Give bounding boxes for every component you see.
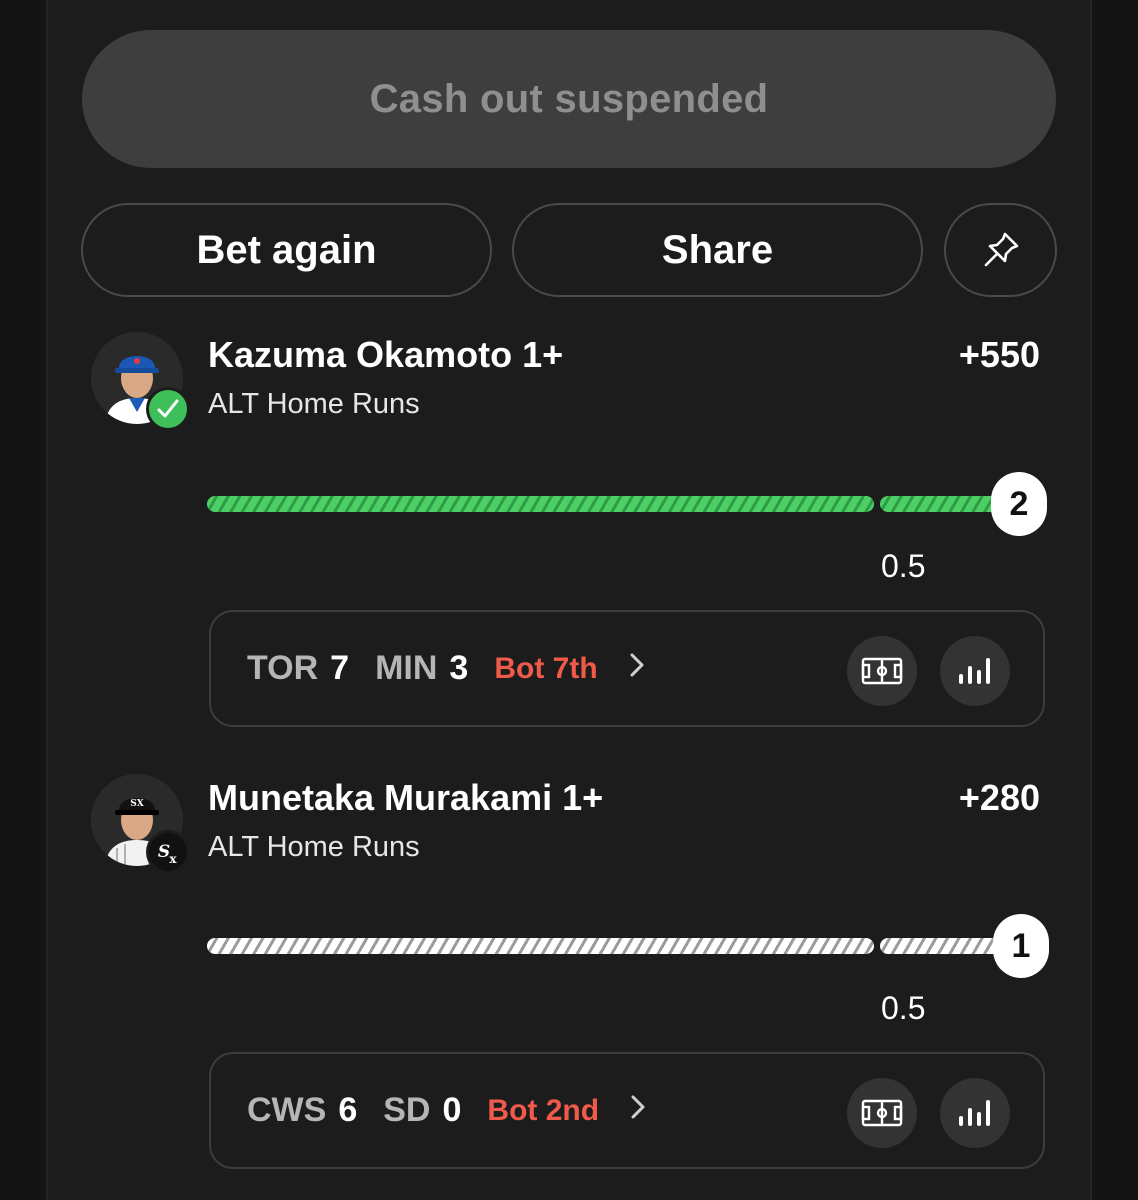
svg-text:SX: SX [130,799,143,809]
threshold-label: 0.5 [881,548,926,584]
progress-bar-segment [207,496,874,512]
game-card[interactable]: CWS 6 SD 0 Bot 2nd [209,1052,1045,1169]
home-team: MIN [375,649,438,687]
scoreboard: TOR 7 MIN 3 Bot 7th [247,612,646,725]
stats-button[interactable] [940,1078,1010,1148]
share-button[interactable]: Share [512,203,923,297]
home-score: 3 [449,649,469,687]
bet-panel [46,0,1092,1200]
home-team: SD [383,1091,431,1129]
away-team: TOR [247,649,319,687]
pin-button[interactable] [944,203,1057,297]
bar-chart-icon [959,1100,990,1126]
field-icon [861,1099,903,1127]
market-type: ALT Home Runs [208,831,420,863]
chevron-right-icon [628,651,646,687]
threshold-label: 0.5 [881,990,926,1026]
away-score: 6 [338,1091,358,1129]
svg-text:x: x [169,852,177,866]
progress-bar-segment [207,938,874,954]
player-name: Kazuma Okamoto 1+ [208,334,564,375]
field-view-button[interactable] [847,1078,917,1148]
bet-again-button[interactable]: Bet again [81,203,492,297]
player-name: Munetaka Murakami 1+ [208,777,604,818]
svg-text:S: S [158,842,170,862]
pin-icon [984,232,1018,267]
inning-status: Bot 2nd [487,1093,600,1127]
progress-bar-segment [880,938,1010,954]
progress-value-marker: 1 [993,914,1049,978]
scoreboard: CWS 6 SD 0 Bot 2nd [247,1054,647,1167]
odds: +280 [958,777,1040,818]
game-card[interactable]: TOR 7 MIN 3 Bot 7th [209,610,1045,727]
inning-status: Bot 7th [494,651,598,685]
field-icon [861,657,903,685]
odds: +550 [958,334,1040,375]
progress-value-marker: 2 [991,472,1047,536]
check-icon [146,387,190,431]
chevron-right-icon [629,1093,647,1129]
home-score: 0 [442,1091,462,1129]
bar-chart-icon [959,658,990,684]
stats-button[interactable] [940,636,1010,706]
team-logo-icon: S x [146,830,190,874]
away-team: CWS [247,1091,327,1129]
away-score: 7 [330,649,350,687]
field-view-button[interactable] [847,636,917,706]
market-type: ALT Home Runs [208,388,420,420]
cash-out-button[interactable]: Cash out suspended [82,30,1056,168]
